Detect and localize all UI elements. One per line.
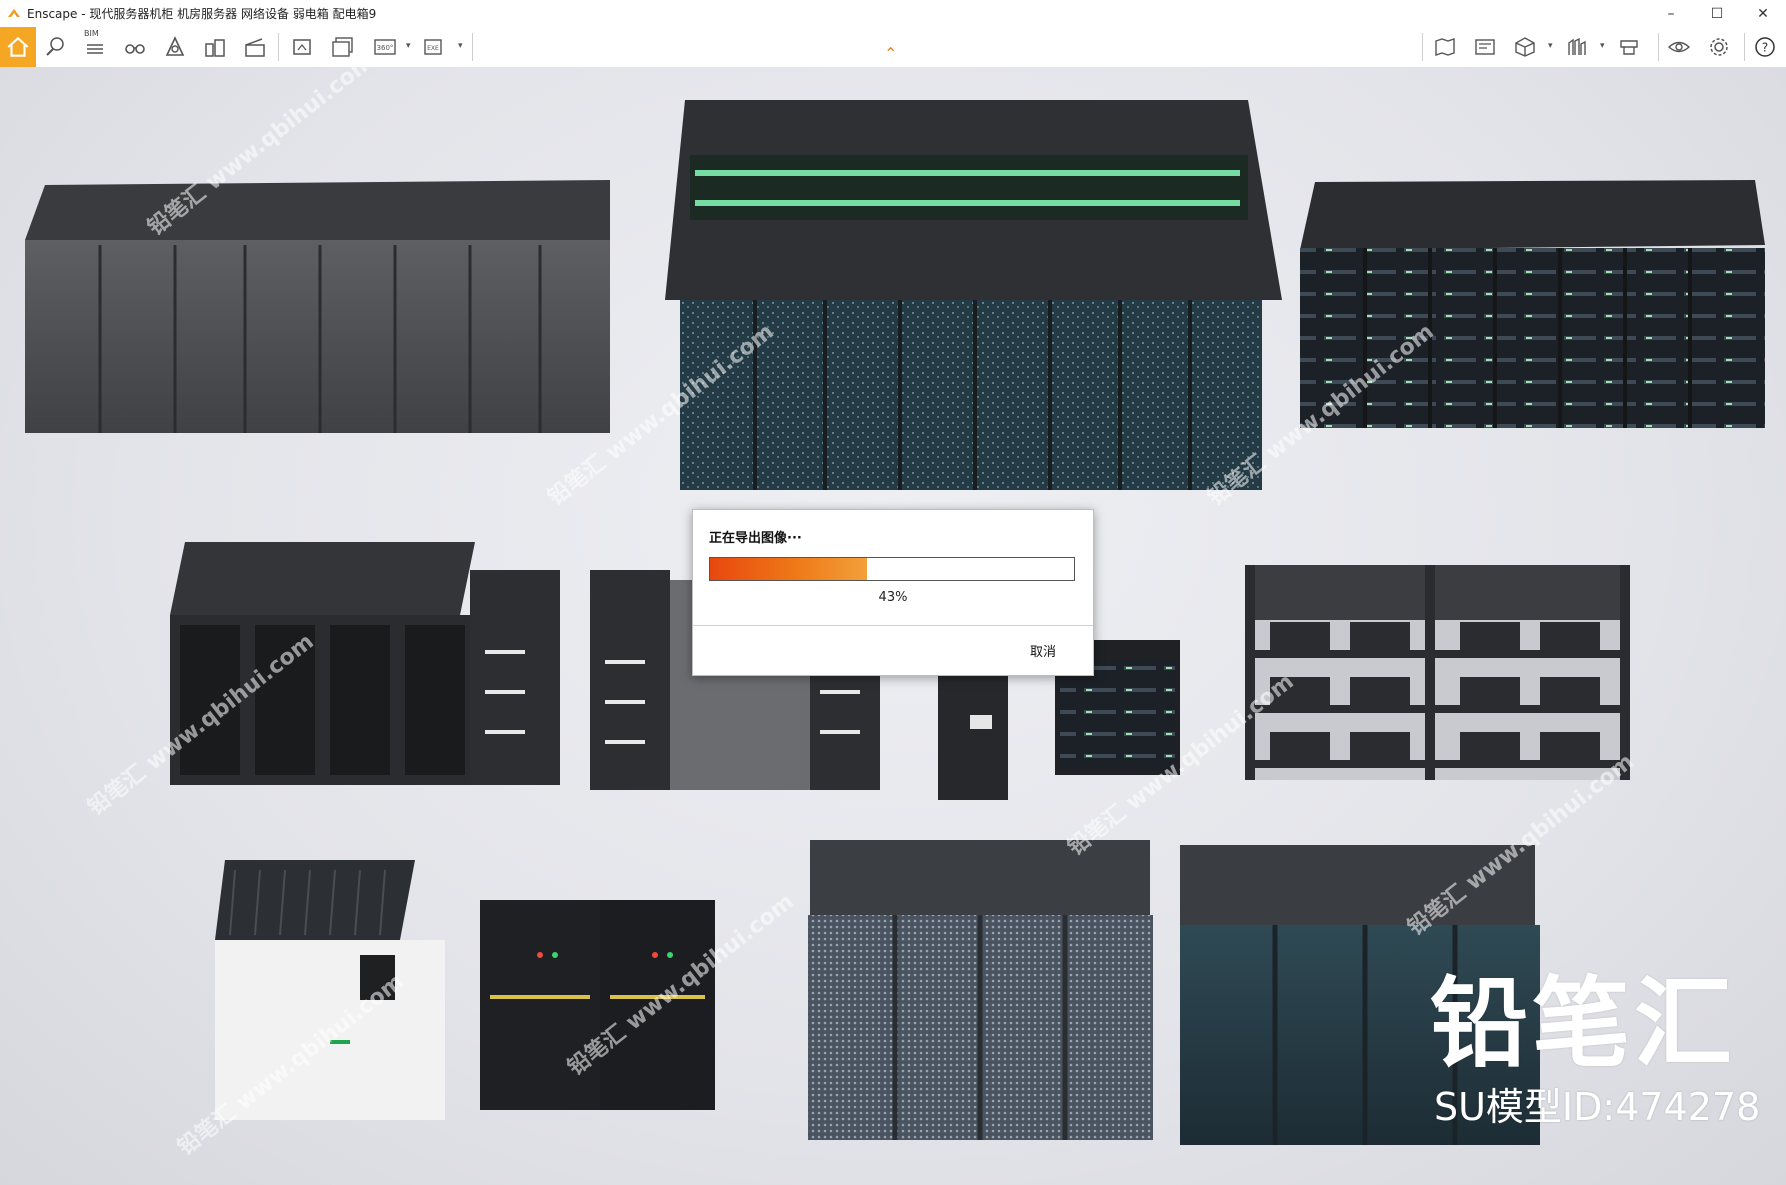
batch-render-icon[interactable] <box>328 32 358 62</box>
collapse-toolbar-icon[interactable]: ⌃ <box>884 44 897 63</box>
equipment-shelving <box>1245 565 1630 780</box>
maximize-icon[interactable]: ☐ <box>1694 0 1740 27</box>
ups-tower <box>938 675 1008 800</box>
home-icon[interactable] <box>0 27 36 67</box>
material-icon[interactable] <box>1614 32 1644 62</box>
toolbar-separator <box>1658 33 1659 61</box>
chevron-down-icon[interactable]: ▾ <box>406 41 414 51</box>
visual-settings-icon[interactable] <box>1664 32 1694 62</box>
export-progress-dialog: 正在导出图像··· 43% 取消 <box>692 509 1094 676</box>
enscape-logo-icon <box>8 8 20 17</box>
progress-percent: 43% <box>878 590 908 605</box>
brand-watermark: 铅笔汇 <box>1430 967 1737 1081</box>
chevron-down-icon[interactable]: ▾ <box>458 41 466 51</box>
cube-icon[interactable] <box>1510 32 1540 62</box>
panorama-label: 360° <box>377 44 394 52</box>
toolbar-separator <box>278 33 279 61</box>
data-center-pod <box>665 100 1282 490</box>
grey-cabinet-row <box>25 180 610 433</box>
exe-export-icon[interactable]: EXE <box>420 32 450 62</box>
panorama-360-icon[interactable]: 360° <box>370 32 400 62</box>
progress-bar <box>709 557 1075 581</box>
chevron-down-icon[interactable]: ▾ <box>1548 41 1556 51</box>
gear-icon[interactable] <box>1704 32 1734 62</box>
progress-bar-fill <box>710 558 867 580</box>
svg-text:?: ? <box>1762 41 1768 55</box>
cancel-button[interactable]: 取消 <box>1013 638 1073 662</box>
screenshot-icon[interactable] <box>288 32 318 62</box>
window-title: Enscape - 现代服务器机柜 机房服务器 网络设备 弱电箱 配电箱9 <box>27 7 377 21</box>
power-distribution-cabinets <box>480 900 715 1110</box>
chevron-down-icon[interactable]: ▾ <box>1600 41 1608 51</box>
clapper-icon[interactable] <box>240 32 270 62</box>
map-icon[interactable] <box>1430 32 1460 62</box>
light-icon[interactable] <box>160 32 190 62</box>
dialog-divider <box>693 625 1093 626</box>
asset-library-icon[interactable] <box>1562 32 1592 62</box>
walk-mode-icon[interactable] <box>40 32 70 62</box>
title-bar: Enscape - 现代服务器机柜 机房服务器 网络设备 弱电箱 配电箱9 – … <box>0 0 1786 27</box>
toolbar-separator <box>472 33 473 61</box>
toolbar-separator <box>1744 33 1745 61</box>
toolbar-separator <box>1422 33 1423 61</box>
exe-label: EXE <box>427 45 439 52</box>
help-icon[interactable]: ? <box>1750 32 1780 62</box>
mesh-door-racks <box>808 840 1153 1140</box>
model-id-label: SU模型ID:474278 <box>1434 1085 1761 1129</box>
buildings-icon[interactable] <box>200 32 230 62</box>
minimize-icon[interactable]: – <box>1648 0 1694 27</box>
view-management-icon[interactable] <box>1470 32 1500 62</box>
bim-icon[interactable] <box>80 32 110 62</box>
dialog-title: 正在导出图像··· <box>709 531 802 546</box>
binoculars-icon[interactable] <box>120 32 150 62</box>
close-icon[interactable]: ✕ <box>1740 0 1786 27</box>
